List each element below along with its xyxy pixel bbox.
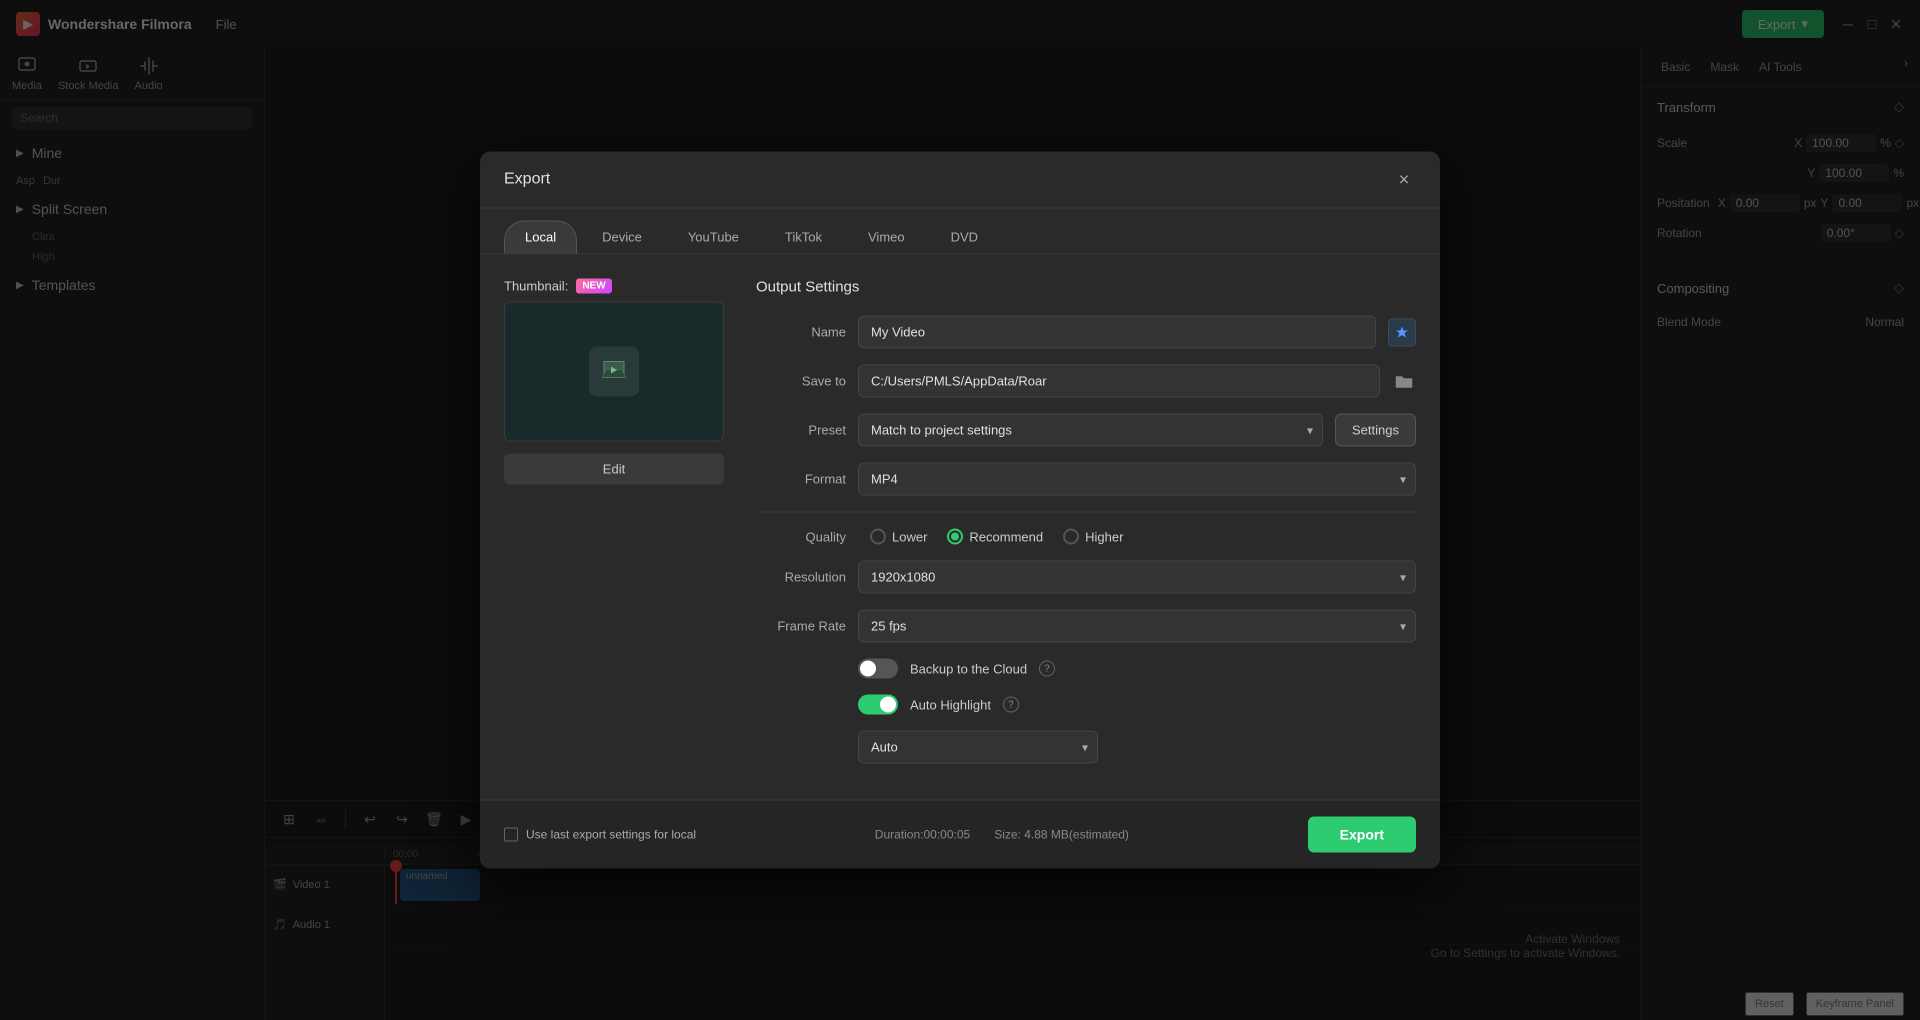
duration-info: Duration:00:00:05 (875, 828, 970, 842)
thumbnail-section: Thumbnail: NEW Edit (504, 279, 724, 776)
format-label: Format (756, 472, 846, 487)
edit-thumbnail-button[interactable]: Edit (504, 454, 724, 485)
format-row: Format MP4 ▾ (756, 463, 1416, 496)
last-settings-label: Use last export settings for local (526, 828, 696, 842)
resolution-label: Resolution (756, 570, 846, 585)
save-to-input[interactable] (858, 365, 1380, 398)
quality-higher[interactable]: Higher (1063, 529, 1123, 545)
highlight-help-icon[interactable]: ? (1003, 697, 1019, 713)
frame-rate-select-wrap: 25 fps ▾ (858, 610, 1416, 643)
radio-lower[interactable] (870, 529, 886, 545)
tab-tiktok[interactable]: TikTok (764, 221, 843, 254)
quality-lower[interactable]: Lower (870, 529, 927, 545)
tab-local[interactable]: Local (504, 221, 577, 254)
lower-label: Lower (892, 529, 927, 544)
modal-footer: Use last export settings for local Durat… (480, 800, 1440, 869)
preset-select[interactable]: Match to project settings (858, 414, 1323, 447)
highlight-mode-select-wrap: Auto ▾ (858, 731, 1098, 764)
export-modal: Export × Local Device YouTube TikTok Vim… (480, 152, 1440, 869)
auto-highlight-toggle[interactable] (858, 695, 898, 715)
save-to-row: Save to (756, 365, 1416, 398)
backup-cloud-toggle[interactable] (858, 659, 898, 679)
footer-info: Duration:00:00:05 Size: 4.88 MB(estimate… (875, 828, 1129, 842)
modal-title: Export (504, 171, 550, 189)
name-row: Name (756, 316, 1416, 349)
modal-header: Export × (480, 152, 1440, 209)
quality-row: Quality Lower Recommend Higher (756, 529, 1416, 545)
thumbnail-label-row: Thumbnail: NEW (504, 279, 724, 294)
settings-button[interactable]: Settings (1335, 414, 1416, 447)
output-title: Output Settings (756, 279, 1416, 296)
name-label: Name (756, 325, 846, 340)
radio-recommend[interactable] (947, 529, 963, 545)
quality-recommend[interactable]: Recommend (947, 529, 1043, 545)
divider-1 (756, 512, 1416, 513)
frame-rate-label: Frame Rate (756, 619, 846, 634)
save-to-label: Save to (756, 374, 846, 389)
backup-cloud-row: Backup to the Cloud ? (756, 659, 1416, 679)
radio-higher[interactable] (1063, 529, 1079, 545)
tab-dvd[interactable]: DVD (930, 221, 999, 254)
resolution-row: Resolution 1920x1080 ▾ (756, 561, 1416, 594)
highlight-mode-row: Auto ▾ (756, 731, 1416, 764)
preset-row: Preset Match to project settings ▾ Setti… (756, 414, 1416, 447)
export-final-button[interactable]: Export (1308, 817, 1416, 853)
higher-label: Higher (1085, 529, 1123, 544)
quality-label: Quality (756, 529, 846, 544)
tab-vimeo[interactable]: Vimeo (847, 221, 926, 254)
backup-cloud-knob (860, 661, 876, 677)
footer-left: Use last export settings for local (504, 828, 696, 842)
size-info: Size: 4.88 MB(estimated) (994, 828, 1129, 842)
thumbnail-preview[interactable] (504, 302, 724, 442)
highlight-mode-select[interactable]: Auto (858, 731, 1098, 764)
backup-help-icon[interactable]: ? (1039, 661, 1055, 677)
quality-radio-group: Lower Recommend Higher (870, 529, 1123, 545)
new-badge: NEW (576, 279, 611, 294)
resolution-select-wrap: 1920x1080 ▾ (858, 561, 1416, 594)
last-settings-checkbox[interactable] (504, 828, 518, 842)
preset-label: Preset (756, 423, 846, 438)
thumbnail-icon (589, 347, 639, 397)
tab-youtube[interactable]: YouTube (667, 221, 760, 254)
preset-select-wrap: Match to project settings ▾ (858, 414, 1323, 447)
resolution-select[interactable]: 1920x1080 (858, 561, 1416, 594)
auto-highlight-knob (880, 697, 896, 713)
modal-body: Thumbnail: NEW Edit Output Settings Name (480, 255, 1440, 800)
tab-device[interactable]: Device (581, 221, 663, 254)
thumbnail-text: Thumbnail: (504, 279, 568, 294)
auto-highlight-label: Auto Highlight (910, 697, 991, 712)
frame-rate-select[interactable]: 25 fps (858, 610, 1416, 643)
auto-highlight-row: Auto Highlight ? (756, 695, 1416, 715)
recommend-label: Recommend (969, 529, 1043, 544)
ai-icon[interactable] (1388, 318, 1416, 346)
format-select[interactable]: MP4 (858, 463, 1416, 496)
frame-rate-row: Frame Rate 25 fps ▾ (756, 610, 1416, 643)
export-tabs: Local Device YouTube TikTok Vimeo DVD (480, 209, 1440, 255)
backup-cloud-label: Backup to the Cloud (910, 661, 1027, 676)
modal-close-button[interactable]: × (1392, 168, 1416, 192)
output-section: Output Settings Name Save to (756, 279, 1416, 776)
format-select-wrap: MP4 ▾ (858, 463, 1416, 496)
folder-icon[interactable] (1392, 369, 1416, 393)
name-input[interactable] (858, 316, 1376, 349)
